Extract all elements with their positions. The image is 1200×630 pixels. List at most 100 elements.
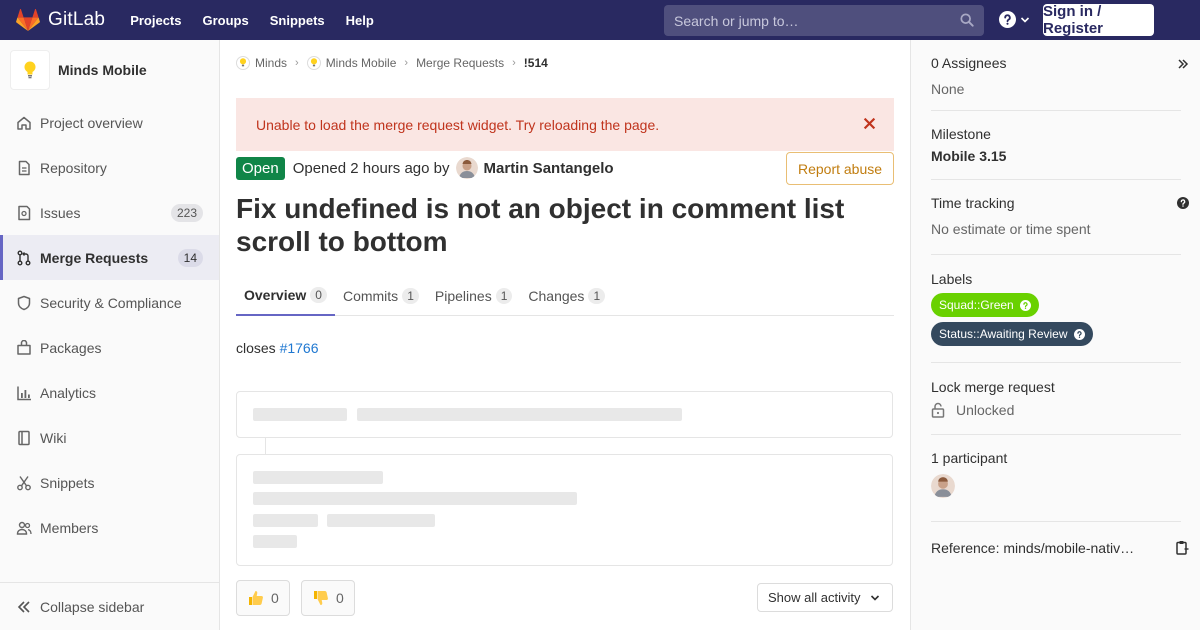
sidebar-item-security-compliance[interactable]: Security & Compliance <box>0 280 219 325</box>
sidebar-item-issues[interactable]: Issues 223 <box>0 190 219 235</box>
lock-title: Lock merge request <box>931 379 1055 395</box>
breadcrumb: Minds › Minds Mobile › Merge Requests › … <box>236 56 548 70</box>
milestone-value[interactable]: Mobile 3.15 <box>931 148 1181 164</box>
question-circle-icon <box>999 11 1016 28</box>
issue-link[interactable]: #1766 <box>280 340 319 356</box>
report-abuse-button[interactable]: Report abuse <box>786 152 894 185</box>
project-header[interactable]: Minds Mobile <box>0 40 219 100</box>
author-name[interactable]: Martin Santangelo <box>484 160 614 177</box>
breadcrumb-item-mr-id[interactable]: !514 <box>524 56 548 70</box>
mr-tabs: Overview 0 Commits 1 Pipelines 1 Changes… <box>236 276 894 316</box>
sidebar-item-snippets[interactable]: Snippets <box>0 460 219 505</box>
reference-block: Reference: minds/mobile-nativ… <box>931 540 1189 564</box>
sidebar-item-members[interactable]: Members <box>0 505 219 550</box>
tab-label: Commits <box>342 288 399 304</box>
breadcrumb-item-merge-requests[interactable]: Merge Requests <box>416 56 504 70</box>
avatar[interactable] <box>455 157 478 179</box>
lock-status: Unlocked <box>931 402 1181 418</box>
question-circle-icon <box>1019 299 1031 311</box>
issues-count-badge: 223 <box>170 203 203 222</box>
chart-icon <box>16 385 32 401</box>
right-sidebar: 0 Assignees None Milestone Mobile 3.15 T… <box>910 40 1200 630</box>
skeleton-line <box>253 492 577 505</box>
activity-filter-dropdown[interactable]: Show all activity <box>757 583 893 612</box>
lightbulb-icon <box>24 61 36 79</box>
chevron-down-icon <box>870 595 880 601</box>
tab-changes[interactable]: Changes 1 <box>520 276 613 316</box>
top-navbar: GitLab Projects Groups Snippets Help Sea… <box>0 0 1200 40</box>
assignees-value: None <box>931 81 965 97</box>
sidebar-item-merge-requests[interactable]: Merge Requests 14 <box>0 235 219 280</box>
question-circle-icon[interactable] <box>1177 197 1189 209</box>
tab-count-badge: 1 <box>588 288 606 304</box>
sidebar-item-label: Packages <box>40 339 102 356</box>
nav-projects[interactable]: Projects <box>130 13 181 28</box>
status-badge: Open <box>236 156 285 180</box>
nav-groups[interactable]: Groups <box>203 13 249 28</box>
milestone-block: Milestone Mobile 3.15 <box>931 126 1181 180</box>
thumbs-down-icon <box>312 589 330 607</box>
thumbs-up-award-button[interactable]: 0 <box>236 580 290 616</box>
thumbs-down-award-button[interactable]: 0 <box>301 580 355 616</box>
time-tracking-block: Time tracking No estimate or time spent <box>931 195 1189 255</box>
description-text: closes <box>236 340 276 356</box>
breadcrumb-item-minds-mobile[interactable]: Minds Mobile <box>306 56 396 70</box>
tab-label: Pipelines <box>434 288 492 304</box>
lock-block: Lock merge request Unlocked <box>931 379 1181 435</box>
collapse-sidebar-button[interactable]: Collapse sidebar <box>0 582 219 630</box>
breadcrumb-chevron-icon: › <box>512 57 516 69</box>
error-alert: Unable to load the merge request widget.… <box>236 98 894 151</box>
double-chevron-right-icon[interactable] <box>1177 58 1189 70</box>
labels-title: Labels <box>931 271 973 287</box>
search-icon <box>960 13 974 27</box>
breadcrumb-chevron-icon: › <box>404 57 409 69</box>
alert-message: Unable to load the merge request widget.… <box>256 116 660 133</box>
award-count: 0 <box>271 590 279 606</box>
label-squad-green[interactable]: Squad::Green <box>931 293 1039 317</box>
search-input[interactable]: Search or jump to… <box>664 5 984 36</box>
tab-commits[interactable]: Commits 1 <box>335 276 427 316</box>
scissors-icon <box>16 475 32 491</box>
award-count: 0 <box>336 590 344 606</box>
sidebar-item-analytics[interactable]: Analytics <box>0 370 219 415</box>
gitlab-logo[interactable]: GitLab <box>16 0 105 40</box>
loading-skeleton-widget <box>236 391 893 438</box>
question-circle-icon <box>1073 328 1085 340</box>
by-text: by <box>433 159 450 177</box>
timeline-connector <box>265 438 266 454</box>
copy-icon[interactable] <box>1176 540 1189 555</box>
tab-overview[interactable]: Overview 0 <box>236 276 335 316</box>
project-name: Minds Mobile <box>58 62 147 78</box>
project-avatar-small <box>306 56 321 70</box>
sidebar-item-label: Repository <box>40 159 107 176</box>
opened-time: 2 hours ago <box>350 159 430 177</box>
nav-help[interactable]: Help <box>346 13 374 28</box>
tab-count-badge: 1 <box>495 288 513 304</box>
avatar[interactable] <box>931 474 955 498</box>
mr-status-line: Open Opened 2 hours ago by Martin Santan… <box>236 156 614 180</box>
nav-links: Projects Groups Snippets Help <box>130 13 395 28</box>
tab-pipelines[interactable]: Pipelines 1 <box>427 276 521 316</box>
tab-label: Changes <box>528 288 585 304</box>
merge-request-icon <box>16 250 32 266</box>
sidebar-item-project-overview[interactable]: Project overview <box>0 100 219 145</box>
sidebar-item-wiki[interactable]: Wiki <box>0 415 219 460</box>
signin-button[interactable]: Sign in / Register <box>1043 3 1154 37</box>
lock-value: Unlocked <box>956 402 1015 418</box>
opened-prefix: Opened <box>292 159 347 177</box>
page-title: Fix undefined is not an object in commen… <box>236 193 845 257</box>
doc-icon <box>16 160 32 176</box>
close-icon[interactable] <box>863 117 876 130</box>
help-dropdown[interactable] <box>999 11 1030 28</box>
sidebar-item-label: Wiki <box>40 429 67 446</box>
sidebar-item-packages[interactable]: Packages <box>0 325 219 370</box>
sidebar-item-repository[interactable]: Repository <box>0 145 219 190</box>
brand-name: GitLab <box>48 9 106 30</box>
gitlab-tanuki-icon <box>16 9 40 31</box>
home-icon <box>16 115 32 131</box>
breadcrumb-item-minds[interactable]: Minds <box>236 56 287 70</box>
nav-snippets[interactable]: Snippets <box>270 13 325 28</box>
users-icon <box>16 520 32 536</box>
sidebar-item-label: Merge Requests <box>40 249 149 266</box>
label-status-awaiting-review[interactable]: Status::Awaiting Review <box>931 322 1093 346</box>
